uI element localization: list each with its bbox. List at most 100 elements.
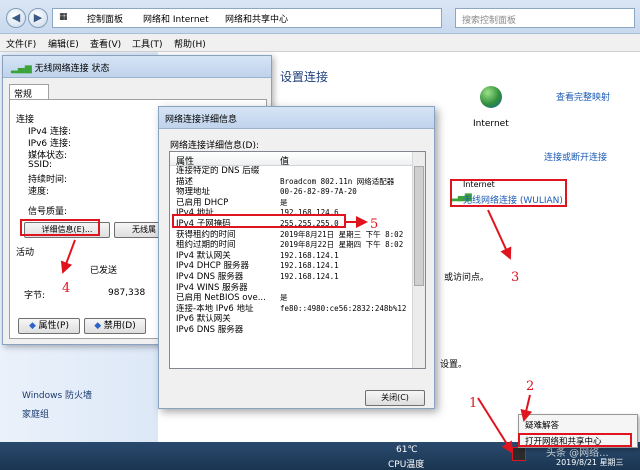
globe-icon bbox=[480, 86, 502, 108]
property-cell: 获得租约的时间 bbox=[176, 229, 236, 240]
list-item[interactable]: IPv6 默认网关 bbox=[170, 314, 413, 325]
value-cell: fe80::4980:ce56:2832:248b%12 bbox=[280, 303, 407, 313]
annotation-box-wireless bbox=[450, 179, 567, 207]
status-title: 无线网络连接 状态 bbox=[34, 64, 110, 74]
status-titlebar: ▂▄▆ 无线网络连接 状态 bbox=[3, 56, 271, 78]
ssid-label: SSID: bbox=[28, 160, 53, 170]
property-cell: IPv4 WINS 服务器 bbox=[176, 282, 248, 293]
menu-file[interactable]: 文件(F) bbox=[6, 37, 36, 50]
annotation-5: 5 bbox=[370, 217, 379, 232]
annotation-4: 4 bbox=[62, 281, 71, 296]
menu-edit[interactable]: 编辑(E) bbox=[48, 37, 79, 50]
value-cell: 是 bbox=[280, 293, 288, 303]
property-cell: IPv4 DNS 服务器 bbox=[176, 271, 244, 282]
list-item[interactable]: IPv4 WINS 服务器 bbox=[170, 283, 413, 294]
close-button[interactable]: 关闭(C) bbox=[365, 390, 425, 406]
list-item[interactable]: IPv4 默认网关 192.168.124.1 bbox=[170, 251, 413, 262]
annotation-1: 1 bbox=[469, 396, 478, 411]
connection-details-dialog: 网络连接详细信息 网络连接详细信息(D): 属性 值 连接特定的 DNS 后缀描… bbox=[158, 106, 435, 409]
list-item[interactable]: 连接-本地 IPv6 地址 fe80::4980:ce56:2832:248b%1… bbox=[170, 304, 413, 315]
property-cell: 已启用 DHCP bbox=[176, 197, 229, 208]
activity-section-label: 活动 bbox=[16, 248, 35, 258]
wifi-icon: ▂▄▆ bbox=[11, 64, 32, 74]
connect-disconnect-link[interactable]: 连接或断开连接 bbox=[544, 150, 607, 163]
sent-label: 已发送 bbox=[90, 266, 118, 276]
value-cell: 192.168.124.1 bbox=[280, 261, 339, 271]
list-item[interactable]: 描述 Broadcom 802.11n 网络适配器 bbox=[170, 177, 413, 188]
details-rows: 连接特定的 DNS 后缀 描述 Broadcom 802.11n 网络适配器 物理地址… bbox=[170, 166, 413, 336]
property-cell: 连接-本地 IPv6 地址 bbox=[176, 303, 254, 314]
value-cell: 192.168.124.1 bbox=[280, 271, 339, 281]
shield-icon: ◆ bbox=[29, 321, 36, 331]
details-titlebar: 网络连接详细信息 bbox=[159, 107, 434, 129]
full-map-link[interactable]: 查看完整映射 bbox=[556, 90, 610, 103]
shield-icon: ◆ bbox=[94, 321, 102, 331]
internet-label: Internet bbox=[473, 119, 509, 129]
page-title: 设置连接 bbox=[280, 70, 329, 84]
breadcrumb-item[interactable]: 控制面板 bbox=[87, 12, 123, 25]
partial-text: 设置。 bbox=[440, 360, 468, 370]
annotation-box-ipv4 bbox=[172, 214, 346, 228]
list-item[interactable]: 已启用 DHCP 是 bbox=[170, 198, 413, 209]
annotation-2: 2 bbox=[526, 379, 535, 394]
bytes-sent-value: 987,338 bbox=[108, 288, 146, 298]
firewall-link[interactable]: Windows 防火墙 bbox=[22, 388, 92, 401]
list-item[interactable]: IPv6 DNS 服务器 bbox=[170, 325, 413, 336]
disable-button-label: 禁用(D) bbox=[103, 321, 136, 331]
property-cell: 租约过期的时间 bbox=[176, 240, 236, 251]
homegroup-link[interactable]: 家庭组 bbox=[22, 407, 49, 420]
details-list-label: 网络连接详细信息(D): bbox=[170, 141, 259, 151]
list-header: 属性 值 bbox=[170, 152, 413, 167]
menu-view[interactable]: 查看(V) bbox=[90, 37, 121, 50]
properties-button-label: 属性(P) bbox=[38, 321, 69, 331]
property-cell: IPv4 默认网关 bbox=[176, 250, 231, 261]
value-cell: 2019年8月22日 星期四 下午 8:02 bbox=[280, 240, 404, 250]
annotation-box-menu bbox=[518, 433, 632, 447]
value-cell: Broadcom 802.11n 网络适配器 bbox=[280, 176, 395, 186]
control-panel-icon: ▦ bbox=[59, 12, 68, 22]
value-cell: 192.168.124.1 bbox=[280, 250, 339, 260]
menu-tools[interactable]: 工具(T) bbox=[132, 37, 163, 50]
speed-label: 速度: bbox=[28, 187, 50, 197]
forward-button[interactable]: ▶ bbox=[28, 8, 48, 28]
value-cell: 2019年8月21日 星期三 下午 8:02 bbox=[280, 229, 404, 239]
property-cell: 连接特定的 DNS 后缀 bbox=[176, 166, 260, 176]
annotation-box-details bbox=[20, 219, 100, 236]
menu-help[interactable]: 帮助(H) bbox=[174, 37, 206, 50]
back-button[interactable]: ◀ bbox=[6, 8, 26, 28]
property-cell: 已启用 NetBIOS ove... bbox=[176, 293, 266, 304]
list-item[interactable]: IPv4 DHCP 服务器 192.168.124.1 bbox=[170, 261, 413, 272]
value-cell: 00-26-82-89-7A-20 bbox=[280, 187, 357, 197]
troubleshoot-item[interactable]: 疑难解答 bbox=[525, 419, 559, 431]
breadcrumb[interactable]: ▦ 控制面板 网络和 Internet 网络和共享中心 bbox=[52, 8, 442, 28]
details-list[interactable]: 属性 值 连接特定的 DNS 后缀 描述 Broadcom 802.11n 网络适配… bbox=[169, 151, 426, 369]
scroll-thumb[interactable] bbox=[414, 166, 424, 286]
value-cell: 是 bbox=[280, 197, 288, 207]
disable-button[interactable]: ◆ 禁用(D) bbox=[84, 318, 146, 334]
property-cell: IPv6 默认网关 bbox=[176, 314, 231, 325]
address-bar: ◀ ▶ ▦ 控制面板 网络和 Internet 网络和共享中心 搜索控制面板 bbox=[0, 0, 640, 34]
list-item[interactable]: 物理地址 00-26-82-89-7A-20 bbox=[170, 187, 413, 198]
signal-quality-label: 信号质量: bbox=[28, 207, 68, 217]
property-cell: 描述 bbox=[176, 176, 194, 187]
partial-text: 或访问点。 bbox=[444, 273, 490, 283]
properties-button[interactable]: ◆ 属性(P) bbox=[18, 318, 80, 334]
annotation-3: 3 bbox=[511, 270, 520, 285]
list-item[interactable]: 已启用 NetBIOS ove... 是 bbox=[170, 293, 413, 304]
property-cell: IPv6 DNS 服务器 bbox=[176, 324, 244, 335]
cpu-temp-label: CPU温度 bbox=[388, 460, 425, 470]
list-item[interactable]: 租约过期的时间 2019年8月22日 星期四 下午 8:02 bbox=[170, 240, 413, 251]
property-cell: IPv4 DHCP 服务器 bbox=[176, 261, 249, 272]
bytes-label: 字节: bbox=[24, 291, 46, 301]
breadcrumb-item[interactable]: 网络和共享中心 bbox=[225, 12, 288, 25]
breadcrumb-item[interactable]: 网络和 Internet bbox=[143, 12, 209, 25]
search-input[interactable]: 搜索控制面板 bbox=[455, 8, 635, 28]
tab-general[interactable]: 常规 bbox=[9, 84, 49, 100]
list-item[interactable]: IPv4 DNS 服务器 192.168.124.1 bbox=[170, 272, 413, 283]
menu-bar: 文件(F) 编辑(E) 查看(V) 工具(T) 帮助(H) bbox=[0, 34, 640, 52]
vertical-scrollbar[interactable] bbox=[412, 152, 425, 368]
cpu-temp: 61℃ bbox=[396, 445, 418, 455]
list-item[interactable]: 连接特定的 DNS 后缀 bbox=[170, 166, 413, 177]
network-tray-icon[interactable] bbox=[512, 447, 526, 461]
property-cell: 物理地址 bbox=[176, 187, 211, 198]
